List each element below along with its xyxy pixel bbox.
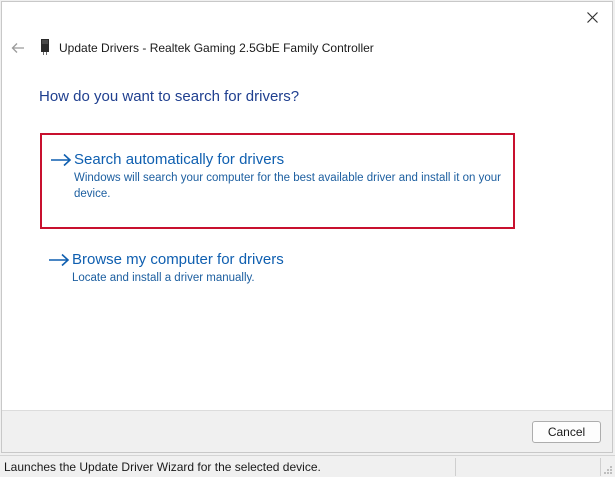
back-arrow-icon (11, 43, 24, 53)
close-icon (586, 11, 598, 23)
close-button[interactable] (580, 6, 604, 28)
resize-grip-icon[interactable] (603, 465, 613, 475)
status-text: Launches the Update Driver Wizard for th… (4, 460, 321, 474)
page-question: How do you want to search for drivers? (39, 88, 300, 105)
option-description: Locate and install a driver manually. (72, 272, 255, 284)
status-divider (455, 458, 456, 476)
option-description: Windows will search your computer for th… (74, 172, 501, 200)
status-bar: Launches the Update Driver Wizard for th… (0, 455, 615, 477)
dialog-header: Update Drivers - Realtek Gaming 2.5GbE F… (2, 32, 612, 64)
option-title: Browse my computer for drivers (72, 251, 284, 268)
update-drivers-dialog: Update Drivers - Realtek Gaming 2.5GbE F… (1, 1, 613, 453)
cancel-button[interactable]: Cancel (532, 421, 601, 443)
network-adapter-icon (41, 39, 49, 55)
search-automatically-option[interactable]: Search automatically for drivers Windows… (40, 133, 515, 229)
back-button[interactable] (8, 38, 28, 58)
option-title: Search automatically for drivers (74, 151, 285, 168)
status-divider (600, 458, 601, 476)
browse-computer-option[interactable]: Browse my computer for drivers Locate an… (40, 241, 515, 301)
dialog-title: Update Drivers - Realtek Gaming 2.5GbE F… (59, 41, 374, 55)
arrow-right-icon (51, 153, 72, 167)
dialog-footer: Cancel (2, 410, 612, 452)
arrow-right-icon (49, 253, 70, 267)
